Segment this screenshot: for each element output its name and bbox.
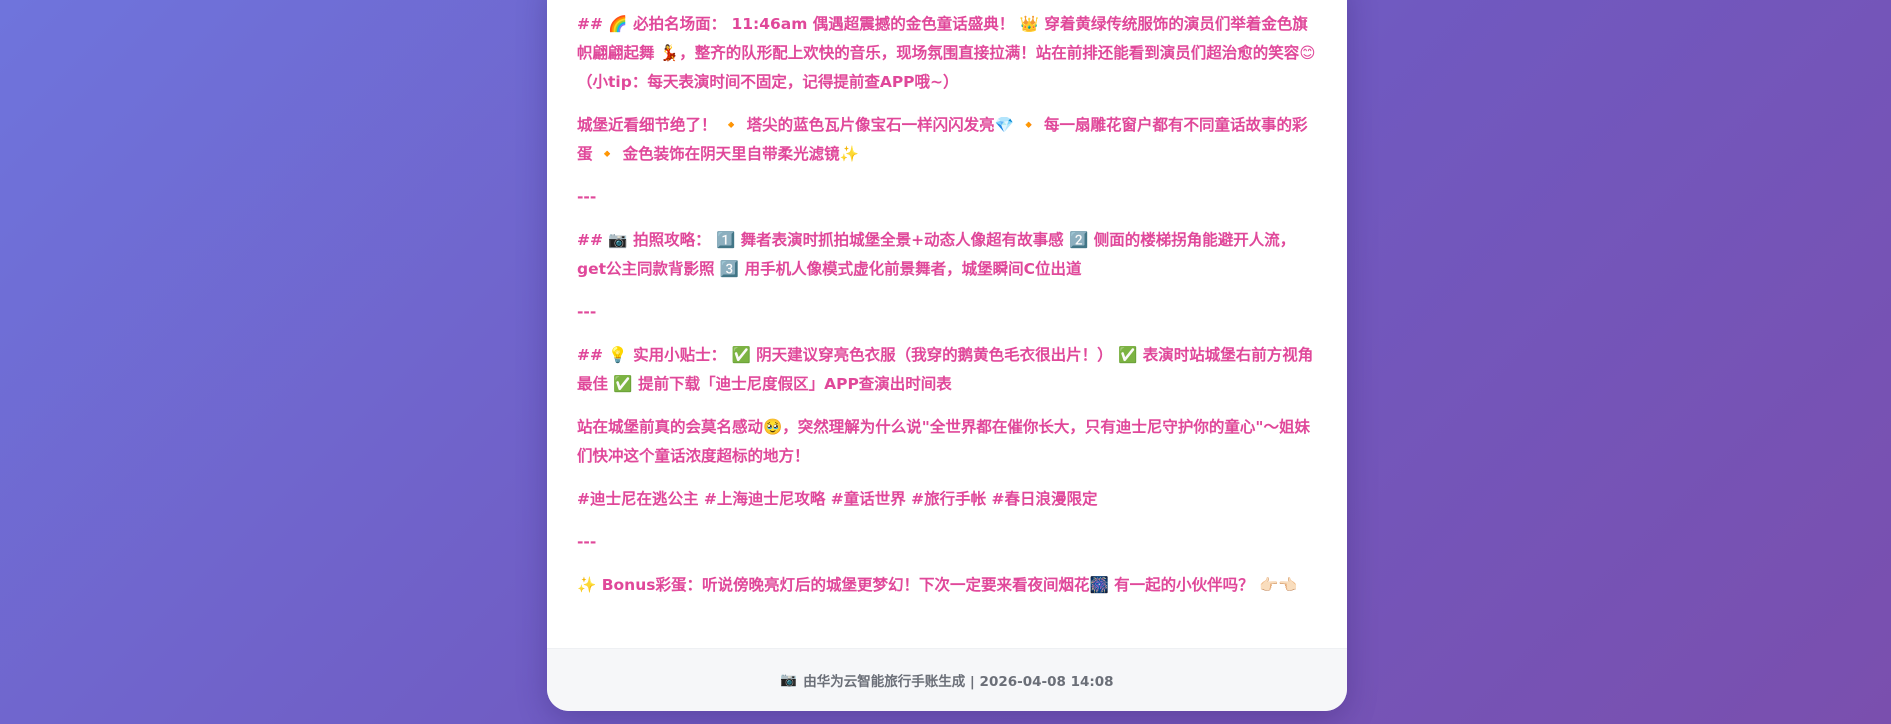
journal-footer: 📷 由华为云智能旅行手账生成 | 2026-04-08 14:08 bbox=[547, 648, 1347, 711]
bonus-paragraph: ✨ Bonus彩蛋：听说傍晚亮灯后的城堡更梦幻！下次一定要来看夜间烟花🎆 有一起… bbox=[577, 576, 1298, 594]
journal-content: ## 🌈 必拍名场面： 11:46am 偶遇超震撼的金色童话盛典！ 👑 穿着黄绿… bbox=[577, 10, 1319, 614]
feelings-paragraph: 站在城堡前真的会莫名感动🥹，突然理解为什么说"全世界都在催你长大，只有迪士尼守护… bbox=[577, 418, 1310, 465]
photo-tips-paragraph: ## 📷 拍照攻略： 1️⃣ 舞者表演时抓拍城堡全景+动态人像超有故事感 2️⃣… bbox=[577, 231, 1296, 278]
footer-text: 由华为云智能旅行手账生成 | 2026-04-08 14:08 bbox=[803, 674, 1114, 690]
camera-icon: 📷 bbox=[780, 672, 798, 688]
practical-tips-paragraph: ## 💡 实用小贴士： ✅ 阴天建议穿亮色衣服（我穿的鹅黄色毛衣很出片！） ✅ … bbox=[577, 346, 1314, 393]
separator: --- bbox=[577, 188, 597, 206]
must-shoot-paragraph: ## 🌈 必拍名场面： 11:46am 偶遇超震撼的金色童话盛典！ 👑 穿着黄绿… bbox=[577, 15, 1316, 91]
separator: --- bbox=[577, 533, 597, 551]
castle-details-paragraph: 城堡近看细节绝了！ 🔸 塔尖的蓝色瓦片像宝石一样闪闪发亮💎 🔸 每一扇雕花窗户都… bbox=[577, 116, 1308, 163]
hashtags: #迪士尼在逃公主 #上海迪士尼攻略 #童话世界 #旅行手帐 #春日浪漫限定 bbox=[577, 490, 1098, 508]
separator: --- bbox=[577, 303, 597, 321]
journal-card: ## 🌈 必拍名场面： 11:46am 偶遇超震撼的金色童话盛典！ 👑 穿着黄绿… bbox=[547, 0, 1347, 711]
